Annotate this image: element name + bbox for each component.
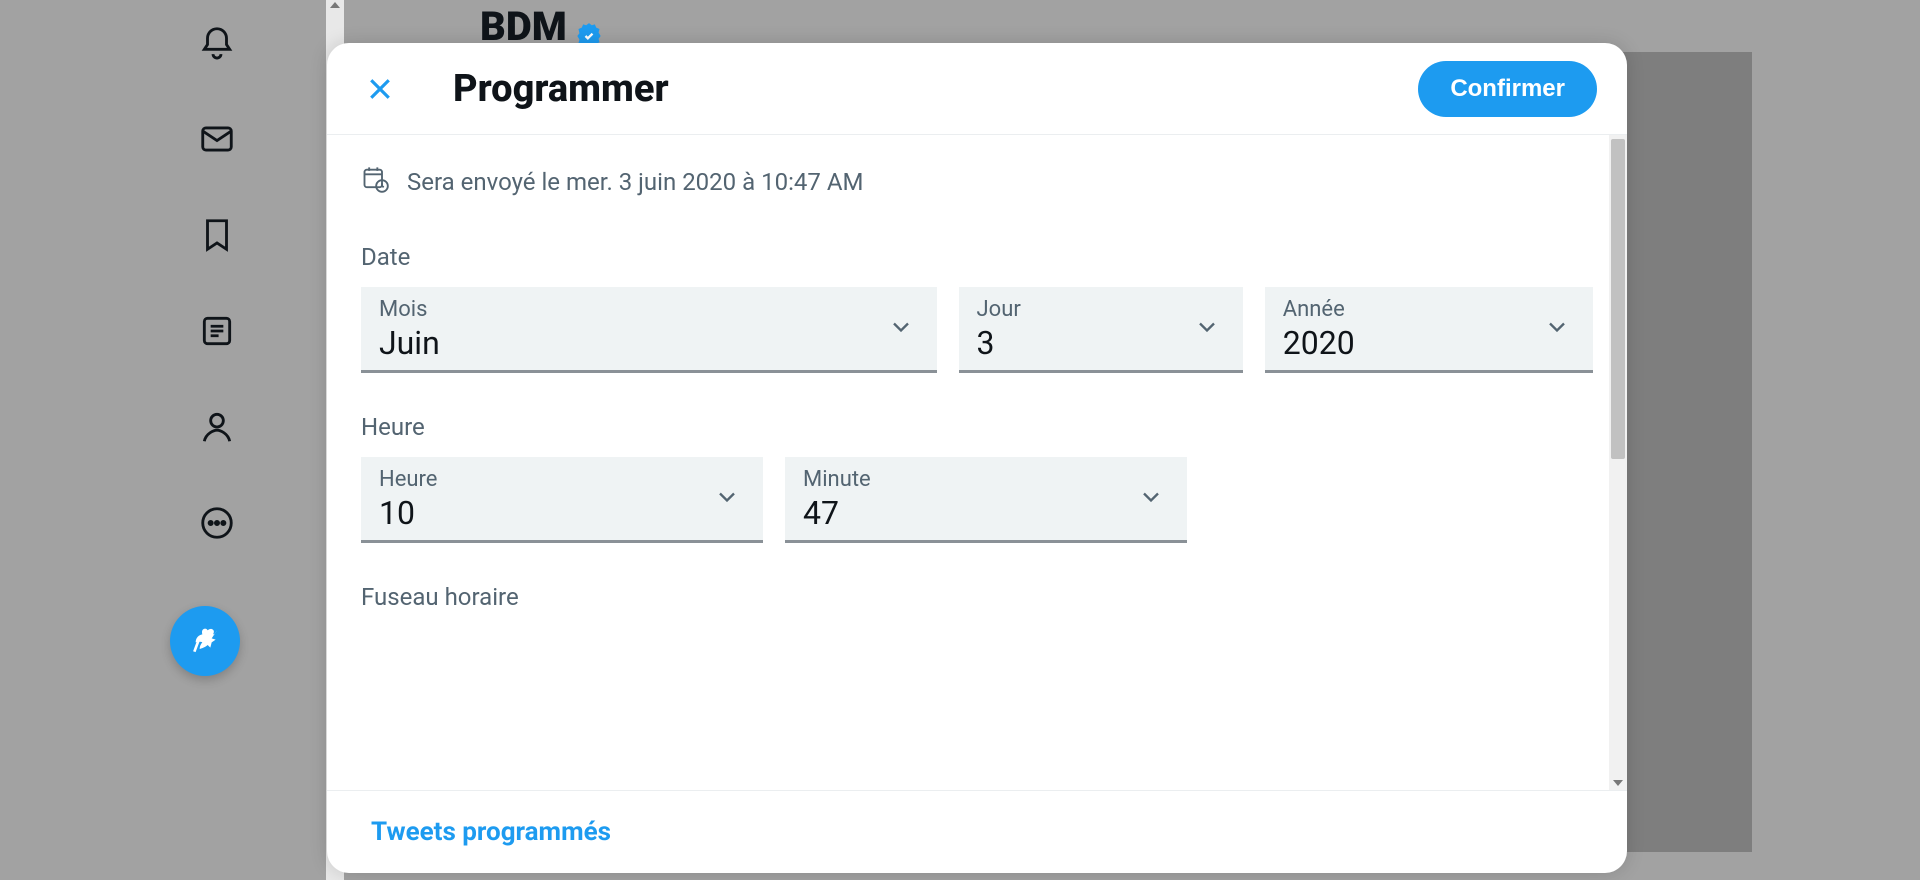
minute-value: 47 xyxy=(803,494,1169,532)
notifications-icon[interactable] xyxy=(194,20,240,66)
month-select[interactable]: Mois Juin xyxy=(361,287,937,373)
year-select[interactable]: Année 2020 xyxy=(1265,287,1593,373)
hour-label: Heure xyxy=(379,467,745,492)
scroll-arrow-up-icon xyxy=(330,2,340,8)
modal-scrollbar[interactable] xyxy=(1609,135,1627,790)
date-fields-row: Mois Juin Jour 3 Année 2020 xyxy=(361,287,1593,373)
time-fields-row: Heure 10 Minute 47 xyxy=(361,457,1593,543)
confirm-button[interactable]: Confirmer xyxy=(1418,61,1597,117)
chevron-down-icon xyxy=(1137,483,1165,515)
year-value: 2020 xyxy=(1283,324,1575,362)
scrollbar-thumb[interactable] xyxy=(1611,139,1625,459)
modal-footer: Tweets programmés xyxy=(327,790,1627,873)
hour-select[interactable]: Heure 10 xyxy=(361,457,763,543)
profile-icon[interactable] xyxy=(194,404,240,450)
modal-body: Sera envoyé le mer. 3 juin 2020 à 10:47 … xyxy=(327,135,1627,790)
day-select[interactable]: Jour 3 xyxy=(959,287,1243,373)
lists-icon[interactable] xyxy=(194,308,240,354)
date-section-label: Date xyxy=(361,243,1593,271)
hour-value: 10 xyxy=(379,494,745,532)
modal-title: Programmer xyxy=(453,67,1418,111)
minute-label: Minute xyxy=(803,467,1169,492)
modal-header: Programmer Confirmer xyxy=(327,43,1627,135)
minute-select[interactable]: Minute 47 xyxy=(785,457,1187,543)
chevron-down-icon xyxy=(713,483,741,515)
day-value: 3 xyxy=(977,324,1225,362)
bookmarks-icon[interactable] xyxy=(194,212,240,258)
timezone-section-label: Fuseau horaire xyxy=(361,583,1593,611)
time-section-label: Heure xyxy=(361,413,1593,441)
scroll-arrow-down-icon xyxy=(1613,780,1623,786)
close-button[interactable] xyxy=(357,66,403,112)
messages-icon[interactable] xyxy=(194,116,240,162)
year-label: Année xyxy=(1283,297,1575,322)
compose-tweet-button[interactable] xyxy=(170,606,240,676)
calendar-clock-icon xyxy=(361,165,389,199)
chevron-down-icon xyxy=(1543,313,1571,345)
day-label: Jour xyxy=(977,297,1225,322)
month-label: Mois xyxy=(379,297,919,322)
schedule-summary-text: Sera envoyé le mer. 3 juin 2020 à 10:47 … xyxy=(407,168,863,196)
chevron-down-icon xyxy=(887,313,915,345)
more-icon[interactable] xyxy=(194,500,240,546)
scheduled-tweets-link[interactable]: Tweets programmés xyxy=(371,817,611,847)
sidebar-nav xyxy=(0,0,340,880)
month-value: Juin xyxy=(379,324,919,362)
verified-badge-icon xyxy=(575,13,603,41)
schedule-modal: Programmer Confirmer Sera envoyé le mer.… xyxy=(327,43,1627,873)
schedule-summary: Sera envoyé le mer. 3 juin 2020 à 10:47 … xyxy=(361,165,1593,199)
chevron-down-icon xyxy=(1193,313,1221,345)
